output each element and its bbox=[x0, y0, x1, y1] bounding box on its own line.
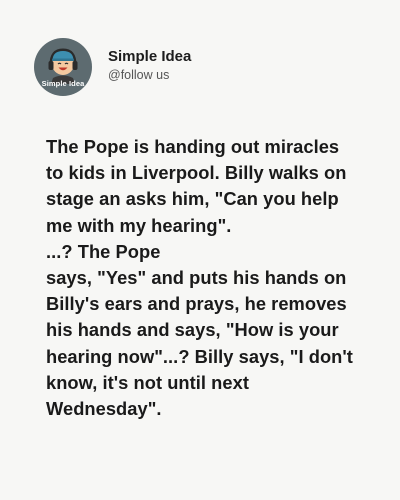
avatar-label: Simple Idea bbox=[41, 79, 85, 88]
account-name[interactable]: Simple Idea bbox=[108, 47, 191, 66]
account-handle[interactable]: @follow us bbox=[108, 67, 191, 83]
post-text: The Pope is handing out miracles to kids… bbox=[46, 136, 353, 420]
avatar[interactable]: Simple Idea bbox=[34, 38, 92, 96]
post-card: Simple Idea Simple Idea @follow us The P… bbox=[0, 0, 400, 500]
post-header: Simple Idea Simple Idea @follow us bbox=[34, 38, 191, 96]
account-info: Simple Idea @follow us bbox=[108, 47, 191, 83]
